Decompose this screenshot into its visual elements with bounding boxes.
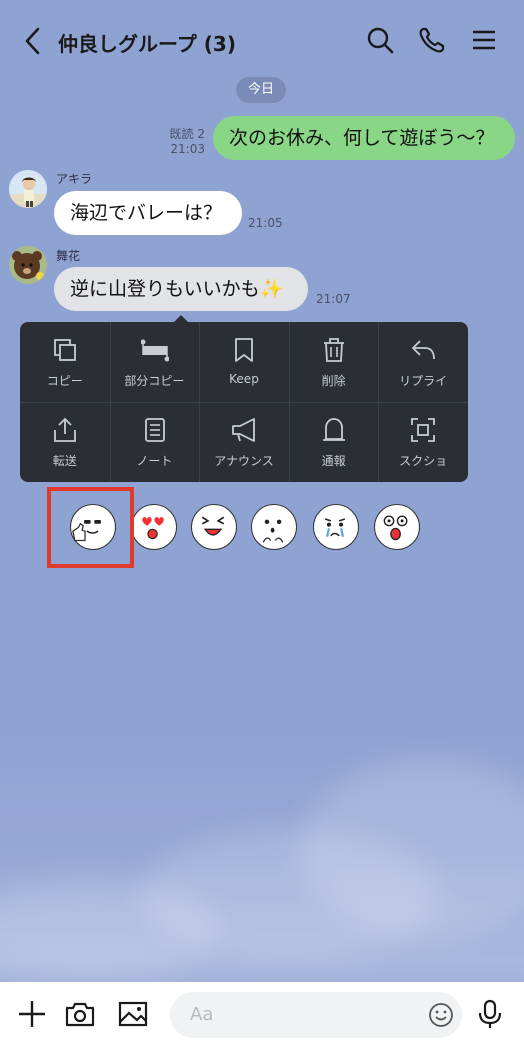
reply-icon: [412, 340, 436, 360]
menu-item-reply[interactable]: リプライ: [378, 322, 468, 402]
menu-item-screenshot[interactable]: スクショ: [378, 402, 468, 482]
message-input[interactable]: Aa: [170, 992, 462, 1038]
chat-header: 仲良しグループ (3): [0, 14, 524, 68]
sender-name: 舞花: [56, 249, 81, 263]
message-time: 21:05: [248, 216, 283, 230]
date-separator: 今日: [236, 77, 286, 103]
back-arrow-icon[interactable]: [18, 24, 48, 58]
message-context-menu: コピー 部分コピー Keep 削除 リプライ 転送 ノート アナウンス 通報 ス…: [20, 322, 468, 482]
message-meta: 既読 2 21:03: [150, 127, 205, 157]
menu-icon[interactable]: [468, 24, 500, 56]
search-icon[interactable]: [364, 24, 396, 56]
menu-item-partial-copy[interactable]: 部分コピー: [110, 322, 200, 402]
crying-icon: [324, 518, 346, 538]
copy-icon: [54, 339, 76, 361]
menu-item-label: 転送: [52, 454, 77, 468]
share-icon: [54, 417, 76, 442]
avatar-maika[interactable]: [9, 246, 47, 284]
menu-item-forward[interactable]: 転送: [20, 402, 110, 482]
menu-item-label: アナウンス: [214, 454, 274, 468]
screenshot-icon: [411, 418, 436, 442]
menu-item-keep[interactable]: Keep: [199, 322, 289, 402]
menu-item-announce[interactable]: アナウンス: [199, 402, 289, 482]
highlight-box: [47, 487, 134, 568]
plus-icon[interactable]: [16, 998, 48, 1030]
message-bubble-sent[interactable]: 次のお休み、何して遊ぼう〜？: [213, 116, 515, 160]
chat-screen: 仲良しグループ (3) 今日 既読 2 21:03 次のお休み、何して遊ぼう〜？: [0, 0, 524, 1044]
menu-item-label: ノート: [136, 454, 173, 468]
phone-icon[interactable]: [416, 24, 448, 56]
chat-title[interactable]: 仲良しグループ (3): [58, 28, 236, 57]
message-time: 21:03: [170, 142, 205, 156]
note-icon: [144, 418, 165, 442]
menu-item-label: リプライ: [399, 374, 448, 388]
message-time: 21:07: [316, 292, 351, 306]
microphone-icon[interactable]: [474, 998, 506, 1030]
message-bubble-selected[interactable]: 逆に山登りもいいかも✨: [54, 267, 308, 311]
message-bubble-received[interactable]: 海辺でバレーは？: [54, 191, 242, 235]
emoji-icon[interactable]: [428, 1002, 454, 1028]
menu-item-label: 部分コピー: [124, 374, 185, 388]
input-placeholder: Aa: [190, 1004, 214, 1025]
read-receipt: 既読 2: [169, 127, 205, 141]
input-bar: Aa: [0, 982, 524, 1044]
menu-item-label: Keep: [229, 372, 259, 386]
reaction-sad[interactable]: [313, 504, 359, 550]
heart-eyes-icon: [142, 517, 164, 540]
trash-icon: [323, 338, 344, 362]
image-icon[interactable]: [117, 998, 149, 1030]
megaphone-icon: [232, 418, 256, 442]
bookmark-icon: [235, 338, 254, 362]
menu-item-report[interactable]: 通報: [289, 402, 379, 482]
menu-item-note[interactable]: ノート: [110, 402, 200, 482]
reaction-surprised[interactable]: [251, 504, 297, 550]
menu-item-label: 削除: [321, 374, 346, 388]
surprised-icon: [262, 519, 284, 543]
report-icon: [322, 418, 345, 441]
menu-item-copy[interactable]: コピー: [20, 322, 110, 402]
avatar-akira[interactable]: [9, 170, 47, 208]
laughing-icon: [201, 516, 225, 536]
shocked-icon: [383, 515, 408, 541]
sender-name: アキラ: [56, 172, 93, 186]
menu-item-label: 通報: [321, 454, 346, 468]
menu-item-label: スクショ: [399, 454, 448, 468]
reaction-shocked[interactable]: [374, 504, 420, 550]
reaction-laugh[interactable]: [191, 504, 237, 550]
reaction-love[interactable]: [131, 504, 177, 550]
menu-item-delete[interactable]: 削除: [289, 322, 379, 402]
menu-item-label: コピー: [46, 374, 83, 388]
camera-icon[interactable]: [64, 998, 96, 1030]
partial-copy-icon: [140, 339, 169, 362]
